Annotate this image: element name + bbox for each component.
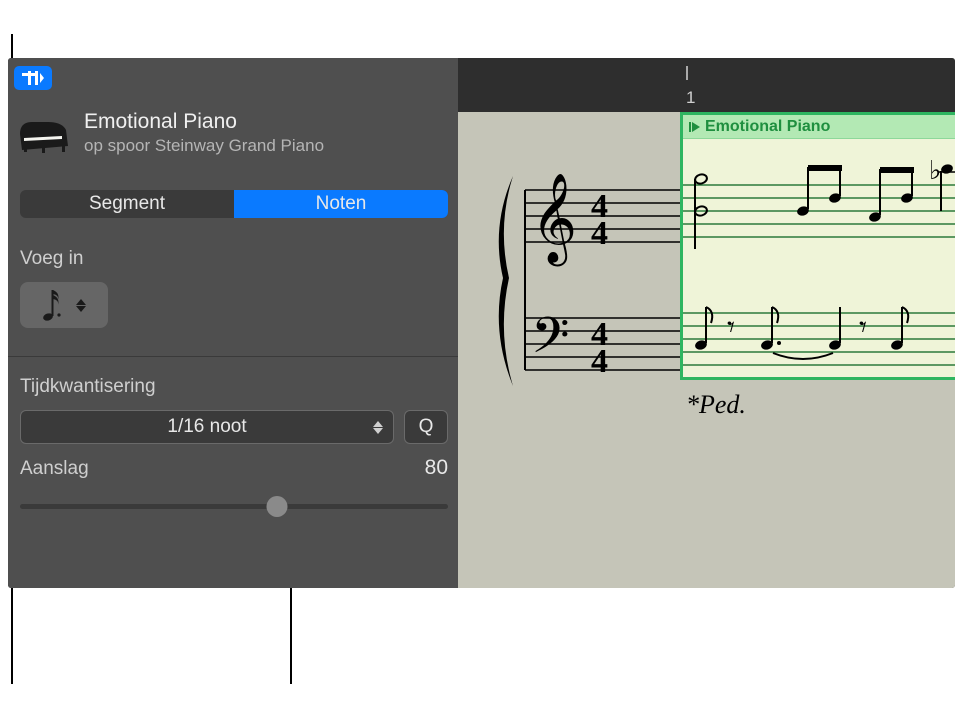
quantize-apply-button[interactable]: Q: [404, 410, 448, 444]
quantize-label: Tijdkwantisering: [20, 376, 448, 398]
region-name-text: Emotional Piano: [705, 118, 830, 136]
staff-system-prefix: 𝄞 𝄢 4 4 4 4: [483, 166, 681, 396]
velocity-slider-thumb[interactable]: [266, 496, 287, 517]
tab-notes[interactable]: Noten: [234, 190, 448, 218]
region-header: Emotional Piano op spoor Steinway Grand …: [18, 110, 448, 156]
filter-button[interactable]: [14, 66, 52, 90]
region-title: Emotional Piano: [84, 110, 324, 134]
quantize-value-text: 1/16 noot: [167, 416, 246, 438]
stepper-chevrons: [76, 299, 86, 312]
svg-text:𝄾: 𝄾: [727, 311, 735, 344]
pedal-marking: *Ped.: [686, 390, 746, 420]
velocity-slider[interactable]: [20, 504, 448, 509]
region-title-bar[interactable]: Emotional Piano: [683, 115, 955, 139]
insert-section: Voeg in: [20, 248, 448, 328]
region-subtitle: op spoor Steinway Grand Piano: [84, 136, 324, 156]
note-value-selector[interactable]: [20, 282, 108, 328]
bar-tick: [686, 66, 688, 80]
svg-text:𝄢: 𝄢: [531, 309, 570, 375]
sixteenth-note-icon: [42, 288, 62, 322]
bar-number: 1: [686, 88, 695, 108]
region-notation: ♭ 𝄾: [683, 139, 955, 381]
svg-text:𝄞: 𝄞: [531, 174, 577, 267]
region-play-icon: [689, 122, 701, 132]
velocity-value: 80: [425, 456, 448, 480]
tab-segment[interactable]: Segment: [20, 190, 234, 218]
insert-label: Voeg in: [20, 248, 448, 270]
svg-text:4: 4: [591, 343, 608, 380]
svg-text:♭: ♭: [929, 156, 941, 185]
section-divider: [8, 356, 458, 357]
quantize-value-dropdown[interactable]: 1/16 noot: [20, 410, 394, 444]
editor-window: Emotional Piano op spoor Steinway Grand …: [8, 58, 955, 588]
velocity-label: Aanslag: [20, 458, 89, 480]
midi-region[interactable]: Emotional Piano: [680, 112, 955, 380]
svg-text:𝄾: 𝄾: [859, 311, 867, 344]
quantize-section: Tijdkwantisering 1/16 noot Q: [20, 376, 448, 444]
svg-text:4: 4: [591, 215, 608, 252]
view-mode-tabs: Segment Noten: [20, 190, 448, 218]
piano-icon: [18, 112, 70, 154]
filter-icon: [22, 71, 44, 85]
stepper-chevrons: [373, 421, 383, 434]
velocity-section: Aanslag 80: [20, 456, 448, 509]
score-area[interactable]: 1: [458, 58, 955, 588]
timeline-ruler[interactable]: 1: [458, 58, 955, 112]
inspector-panel: Emotional Piano op spoor Steinway Grand …: [8, 58, 458, 588]
